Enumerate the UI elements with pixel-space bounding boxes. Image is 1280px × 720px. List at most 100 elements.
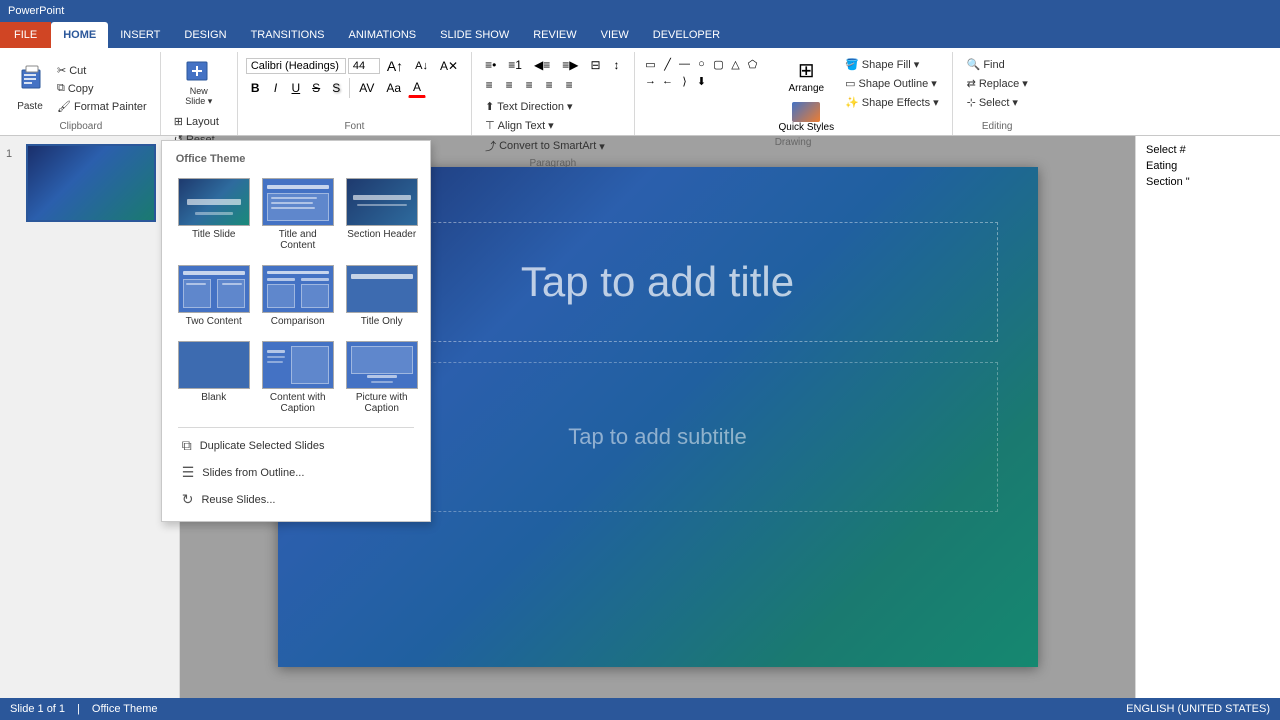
- align-right-button[interactable]: ≡: [520, 76, 538, 94]
- oval-icon[interactable]: ○: [694, 56, 710, 72]
- slides-from-outline-item[interactable]: ☰ Slides from Outline...: [170, 459, 422, 486]
- paste-button[interactable]: [10, 56, 50, 99]
- arrow-left-icon[interactable]: ←: [660, 73, 676, 89]
- section-item[interactable]: Section ": [1142, 174, 1274, 190]
- eating-item[interactable]: Eating: [1142, 158, 1274, 174]
- layout-section-header[interactable]: Section Header: [342, 173, 422, 256]
- line-icon[interactable]: ╱: [660, 56, 676, 72]
- slide-info: Slide 1 of 1: [10, 703, 65, 715]
- more-shapes-icon[interactable]: ⬇: [694, 73, 710, 89]
- ribbon-tabs: FILE HOME INSERT DESIGN TRANSITIONS ANIM…: [0, 22, 1280, 48]
- layout-button[interactable]: ⊞ Layout: [169, 113, 229, 130]
- section-right-label: Section ": [1146, 176, 1190, 188]
- clear-format-button[interactable]: A✕: [435, 57, 463, 75]
- rounded-rect-icon[interactable]: ▢: [711, 56, 727, 72]
- grow-font-button[interactable]: A↑: [382, 56, 408, 76]
- arrow-icon[interactable]: →: [643, 73, 659, 89]
- shape-fill-button[interactable]: 🪣 Shape Fill ▾: [840, 56, 944, 73]
- align-text-button[interactable]: ⊤ Align Text▾: [480, 117, 559, 134]
- columns-button[interactable]: ⊟: [585, 56, 605, 74]
- shadow-button[interactable]: S: [327, 79, 345, 97]
- layout-content-caption[interactable]: Content with Caption: [258, 336, 338, 419]
- tab-transitions[interactable]: TRANSITIONS: [239, 22, 337, 48]
- layout-picture-caption[interactable]: Picture with Caption: [342, 336, 422, 419]
- text-direction-button[interactable]: ⬆ Text Direction▾: [480, 98, 577, 115]
- layout-title-slide[interactable]: Title Slide: [174, 173, 254, 256]
- replace-icon: ⇄: [967, 77, 976, 90]
- rectangle-icon[interactable]: ▭: [643, 56, 659, 72]
- tab-insert[interactable]: INSERT: [108, 22, 172, 48]
- paste-label[interactable]: Paste: [17, 101, 43, 112]
- find-button[interactable]: 🔍 Find: [961, 56, 1034, 73]
- strikethrough-button[interactable]: S: [307, 79, 325, 97]
- thumb-title-content: [262, 178, 334, 226]
- tab-design[interactable]: DESIGN: [172, 22, 238, 48]
- layout-title-content[interactable]: Title and Content: [258, 173, 338, 256]
- underline-button[interactable]: U: [287, 79, 306, 97]
- font-size-input[interactable]: [348, 58, 380, 74]
- tab-animations[interactable]: ANIMATIONS: [337, 22, 429, 48]
- pentagon-icon[interactable]: ⬠: [745, 56, 761, 72]
- tab-home[interactable]: HOME: [51, 22, 108, 48]
- arrange-icon: ⊞: [798, 58, 815, 83]
- slide-thumbnail-1[interactable]: [26, 144, 156, 222]
- tab-view[interactable]: VIEW: [589, 22, 641, 48]
- decrease-indent-button[interactable]: ◀≡: [529, 56, 555, 74]
- select-item[interactable]: Select #: [1142, 142, 1274, 158]
- convert-smartart-button[interactable]: ⤴ Convert to SmartArt▾: [480, 136, 610, 156]
- tab-slideshow[interactable]: SLIDE SHOW: [428, 22, 521, 48]
- select-icon: ⊹: [967, 96, 976, 109]
- ribbon-group-editing: 🔍 Find ⇄ Replace ▾ ⊹ Select ▾ Editing: [953, 52, 1042, 135]
- align-left-button[interactable]: ≡: [480, 76, 498, 94]
- line2-icon[interactable]: —: [677, 56, 693, 72]
- italic-button[interactable]: I: [267, 79, 285, 97]
- slide-title-text: Tap to add title: [521, 258, 794, 306]
- font-color-button[interactable]: A: [408, 78, 426, 98]
- new-slide-button[interactable]: New Slide ▾: [181, 56, 217, 109]
- ribbon-group-paragraph: ≡• ≡1 ◀≡ ≡▶ ⊟ ↕ ≡ ≡ ≡ ≡ ≡ ⬆ Text Directi…: [472, 52, 634, 135]
- layout-two-content[interactable]: Two Content: [174, 260, 254, 332]
- char-spacing-button[interactable]: AV: [354, 79, 379, 97]
- align-justify-button[interactable]: ≡: [560, 76, 578, 94]
- duplicate-icon: ⧉: [182, 437, 192, 454]
- shape-effects-button[interactable]: ✨ Shape Effects ▾: [840, 94, 944, 111]
- reuse-slides-item[interactable]: ↻ Reuse Slides...: [170, 486, 422, 513]
- tab-review[interactable]: REVIEW: [521, 22, 588, 48]
- shape-outline-button[interactable]: ▭ Shape Outline ▾: [840, 75, 944, 92]
- thumb-picture-caption: [346, 341, 418, 389]
- tab-developer[interactable]: DEVELOPER: [641, 22, 732, 48]
- triangle-icon[interactable]: △: [728, 56, 744, 72]
- format-painter-button[interactable]: 🖌 Format Painter: [52, 98, 152, 115]
- justify-button[interactable]: ≡: [540, 76, 558, 94]
- editing-group-label: Editing: [961, 121, 1034, 135]
- format-painter-icon: 🖌: [57, 100, 71, 113]
- copy-button[interactable]: ⧉ Copy: [52, 80, 152, 97]
- layout-blank-label: Blank: [201, 392, 226, 403]
- cut-button[interactable]: ✂ Cut: [52, 62, 152, 79]
- find-icon: 🔍: [967, 58, 981, 71]
- bold-button[interactable]: B: [246, 79, 265, 97]
- select-button[interactable]: ⊹ Select ▾: [961, 94, 1034, 111]
- line-spacing-button[interactable]: ↕: [608, 56, 626, 74]
- layout-title-content-label: Title and Content: [263, 229, 333, 251]
- chevron-icon[interactable]: ⟩: [677, 73, 693, 89]
- numbering-button[interactable]: ≡1: [503, 56, 527, 74]
- bullets-button[interactable]: ≡•: [480, 56, 501, 74]
- replace-button[interactable]: ⇄ Replace ▾: [961, 75, 1034, 92]
- increase-indent-button[interactable]: ≡▶: [557, 56, 583, 74]
- case-button[interactable]: Aa: [381, 79, 406, 97]
- duplicate-slides-item[interactable]: ⧉ Duplicate Selected Slides: [170, 432, 422, 459]
- quick-styles-button[interactable]: Quick Styles: [777, 100, 837, 135]
- layout-blank[interactable]: Blank: [174, 336, 254, 419]
- font-name-input[interactable]: [246, 58, 346, 74]
- layout-comparison[interactable]: Comparison: [258, 260, 338, 332]
- drawing-group-label: Drawing: [643, 137, 944, 151]
- layout-title-slide-label: Title Slide: [192, 229, 236, 240]
- shrink-font-button[interactable]: A↓: [410, 58, 433, 74]
- tab-file[interactable]: FILE: [0, 22, 51, 48]
- arrange-button[interactable]: ⊞ Arrange: [787, 56, 827, 96]
- align-center-button[interactable]: ≡: [500, 76, 518, 94]
- layout-title-only[interactable]: Title Only: [342, 260, 422, 332]
- title-bar: PowerPoint: [0, 0, 1280, 22]
- layout-section-header-label: Section Header: [347, 229, 416, 240]
